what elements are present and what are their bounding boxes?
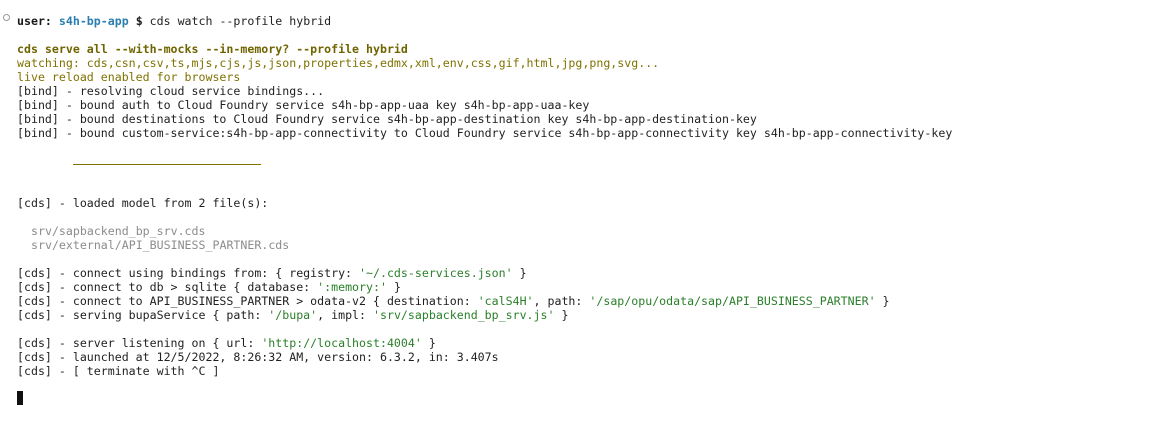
connect-db-database: ':memory:' [317, 280, 387, 294]
connect-api-destination: 'calS4H' [477, 294, 534, 308]
prompt-command: cds watch --profile hybrid [149, 14, 332, 28]
connect-api-prefix: [cds] - connect to API_BUSINESS_PARTNER … [17, 294, 478, 308]
launched-line: [cds] - launched at 12/5/2022, 8:26:32 A… [17, 350, 499, 364]
prompt-line: user: s4h-bp-app $ cds watch --profile h… [17, 14, 331, 28]
connect-api-line: [cds] - connect to API_BUSINESS_PARTNER … [17, 294, 890, 308]
connect-db-prefix: [cds] - connect to db > sqlite { databas… [17, 280, 318, 294]
connect-bindings-registry: '~/.cds-services.json' [359, 266, 513, 280]
listening-url: 'http://localhost:4004' [261, 336, 422, 350]
terminate-line: [cds] - [ terminate with ^C ] [17, 364, 220, 378]
bind-line: [bind] - resolving cloud service binding… [17, 84, 325, 98]
loaded-model-line: [cds] - loaded model from 2 file(s): [17, 196, 269, 210]
prompt-symbol: $ [135, 14, 143, 28]
prompt-app-name: s4h-bp-app [58, 14, 129, 28]
listening-prefix: [cds] - server listening on { url: [17, 336, 262, 350]
connect-api-path: '/sap/opu/odata/sap/API_BUSINESS_PARTNER… [589, 294, 876, 308]
serve-line: cds serve all --with-mocks --in-memory? … [17, 42, 408, 56]
watching-line: watching: cds,csn,csv,ts,mjs,cjs,js,json… [17, 56, 660, 70]
connect-db-line: [cds] - connect to db > sqlite { databas… [17, 280, 401, 294]
divider-line [73, 164, 261, 165]
serving-prefix: [cds] - serving bupaService { path: [17, 308, 269, 322]
bind-line: [bind] - bound auth to Cloud Foundry ser… [17, 98, 590, 112]
connect-db-suffix: } [386, 280, 401, 294]
serving-impl: 'srv/sapbackend_bp_srv.js' [373, 308, 555, 322]
listening-suffix: } [421, 336, 436, 350]
connect-bindings-suffix: } [512, 266, 527, 280]
serving-path: '/bupa' [268, 308, 318, 322]
connect-bindings-prefix: [cds] - connect using bindings from: { r… [17, 266, 360, 280]
connect-api-suffix: } [875, 294, 890, 308]
live-reload-line: live reload enabled for browsers [17, 70, 241, 84]
text-cursor[interactable] [17, 391, 23, 405]
connect-bindings-line: [cds] - connect using bindings from: { r… [17, 266, 527, 280]
connect-api-mid: , path: [533, 294, 590, 308]
serving-line: [cds] - serving bupaService { path: '/bu… [17, 308, 568, 322]
prompt-mark-icon [3, 14, 10, 21]
terminal-window[interactable]: user: s4h-bp-app $ cds watch --profile h… [0, 0, 1154, 427]
serving-suffix: } [554, 308, 569, 322]
model-file: srv/sapbackend_bp_srv.cds [31, 224, 206, 238]
bind-line: [bind] - bound destinations to Cloud Fou… [17, 112, 757, 126]
model-file: srv/external/API_BUSINESS_PARTNER.cds [31, 238, 290, 252]
serving-mid: , impl: [317, 308, 373, 322]
server-listening-line: [cds] - server listening on { url: 'http… [17, 336, 436, 350]
bind-line: [bind] - bound custom-service:s4h-bp-app… [17, 126, 953, 140]
prompt-user: user: [17, 14, 52, 28]
